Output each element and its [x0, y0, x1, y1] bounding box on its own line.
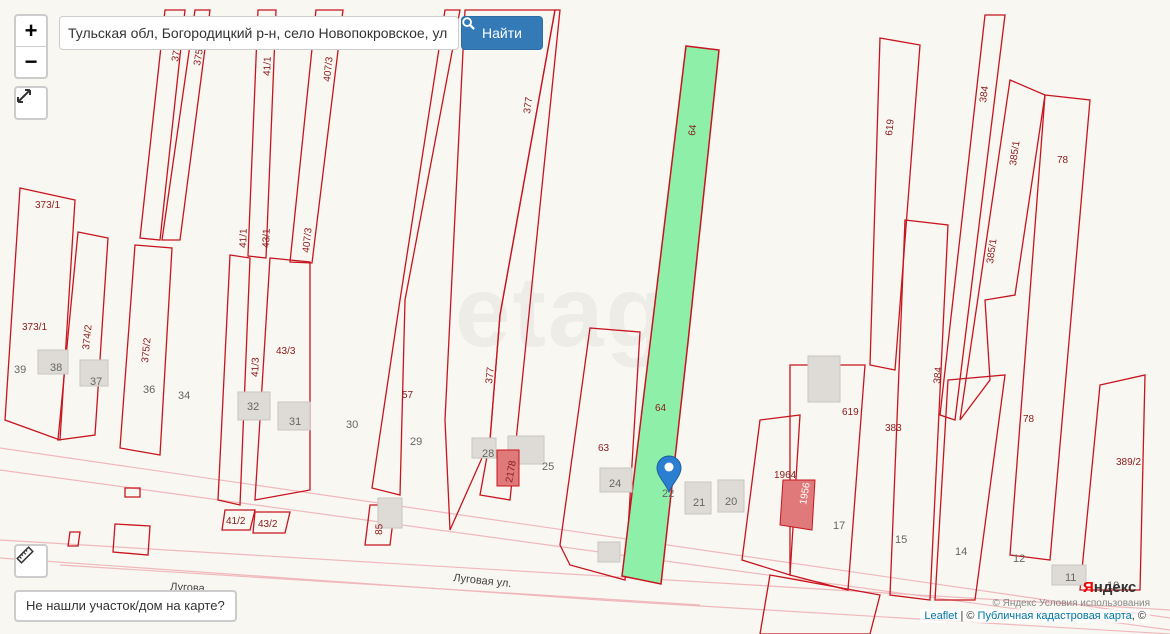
- house-number: 28: [482, 448, 494, 460]
- fullscreen-button[interactable]: [14, 86, 48, 120]
- cadastral-map-link[interactable]: Публичная кадастровая карта: [978, 610, 1132, 622]
- parcel-label: 619: [842, 407, 859, 418]
- parcel-label: 384: [978, 85, 991, 103]
- parcel-label: 374/2: [81, 324, 95, 350]
- house-number: 15: [895, 534, 907, 546]
- parcel-label: 375: [192, 48, 206, 67]
- parcel-label: 385/1: [1008, 140, 1022, 167]
- parcel-label: 377: [522, 96, 535, 114]
- map-canvas[interactable]: etagi: [0, 0, 1170, 634]
- house-number: 32: [247, 401, 259, 413]
- parcel-label: 43/3: [276, 346, 296, 357]
- house-number: 29: [410, 436, 422, 448]
- leaflet-link[interactable]: Leaflet: [924, 610, 957, 622]
- zoom-in-button[interactable]: +: [16, 16, 46, 47]
- parcel-label: 384: [932, 366, 945, 384]
- zoom-out-button[interactable]: −: [16, 47, 46, 77]
- yandex-logo-rest: ндекс: [1093, 579, 1137, 596]
- ruler-icon: [16, 546, 34, 564]
- parcel-label: 43/1: [261, 228, 273, 248]
- search-button-label: Найти: [482, 25, 522, 41]
- parcel-label: 1964: [774, 470, 797, 481]
- parcel-label: 407/3: [322, 56, 336, 82]
- parcel-label: 619: [884, 118, 897, 136]
- house-number: 21: [693, 497, 705, 509]
- parcel-label: 373/1: [35, 200, 60, 211]
- zoom-control: + −: [14, 14, 48, 79]
- parcel-label: 41/1: [238, 228, 250, 248]
- parcel-label: 43/2: [258, 519, 278, 530]
- house-number: 37: [90, 376, 102, 388]
- parcel-label: 407/3: [301, 227, 315, 253]
- house-number: 36: [143, 384, 155, 396]
- parcel-label: 85: [374, 523, 385, 535]
- ruler-button[interactable]: [14, 544, 48, 578]
- cadastral-layer[interactable]: 374 375 41/1 407/3 377 64 619 384 385/1 …: [0, 0, 1170, 634]
- house-number: 24: [609, 478, 621, 490]
- attribution-tail: , ©: [1131, 610, 1146, 622]
- house-number: 12: [1013, 553, 1025, 565]
- parcel-label: 385/1: [985, 238, 999, 265]
- house-number: 38: [50, 362, 62, 374]
- yandex-logo[interactable]: Яндекс: [1083, 579, 1136, 596]
- parcel-label: 64: [687, 124, 699, 137]
- parcel-label: 375/2: [140, 337, 154, 363]
- not-found-button[interactable]: Не нашли участок/дом на карте?: [14, 590, 237, 622]
- parcel-label: 41/3: [250, 357, 262, 377]
- house-number: 31: [289, 416, 301, 428]
- parcel-label: 63: [598, 443, 610, 454]
- house-number: 17: [833, 520, 845, 532]
- search-input[interactable]: [59, 16, 459, 50]
- parcel-label: 389/2: [1116, 457, 1141, 468]
- house-number: 30: [346, 419, 358, 431]
- parcel-label: 64: [655, 403, 667, 414]
- yandex-logo-letter: Я: [1083, 579, 1094, 596]
- house-number: 20: [725, 496, 737, 508]
- parcel-label: 41/1: [262, 56, 274, 76]
- street-label: Луговая ул.: [453, 572, 512, 590]
- parcel-label: 78: [1023, 414, 1035, 425]
- attribution-separator: | ©: [960, 610, 975, 622]
- house-number: 25: [542, 461, 554, 473]
- house-number: 14: [955, 546, 967, 558]
- house-number: 11: [1065, 572, 1076, 584]
- parcel-label: 383: [885, 423, 902, 434]
- expand-icon: [17, 89, 31, 103]
- house-number: 39: [14, 364, 26, 376]
- search-icon: [462, 17, 475, 30]
- parcel-label: 373/1: [22, 322, 47, 333]
- house-number: 34: [178, 390, 190, 402]
- parcel-outlines: [4, 9, 1146, 634]
- parcel-label: 57: [402, 390, 414, 401]
- yandex-terms[interactable]: © Яндекс Условия использования: [992, 598, 1150, 609]
- search-button[interactable]: Найти: [461, 16, 543, 50]
- parcel-label: 78: [1057, 155, 1069, 166]
- parcel-label: 41/2: [226, 516, 246, 527]
- attribution-bar: Leaflet | © Публичная кадастровая карта,…: [920, 609, 1150, 623]
- parcel-label: 377: [484, 366, 497, 384]
